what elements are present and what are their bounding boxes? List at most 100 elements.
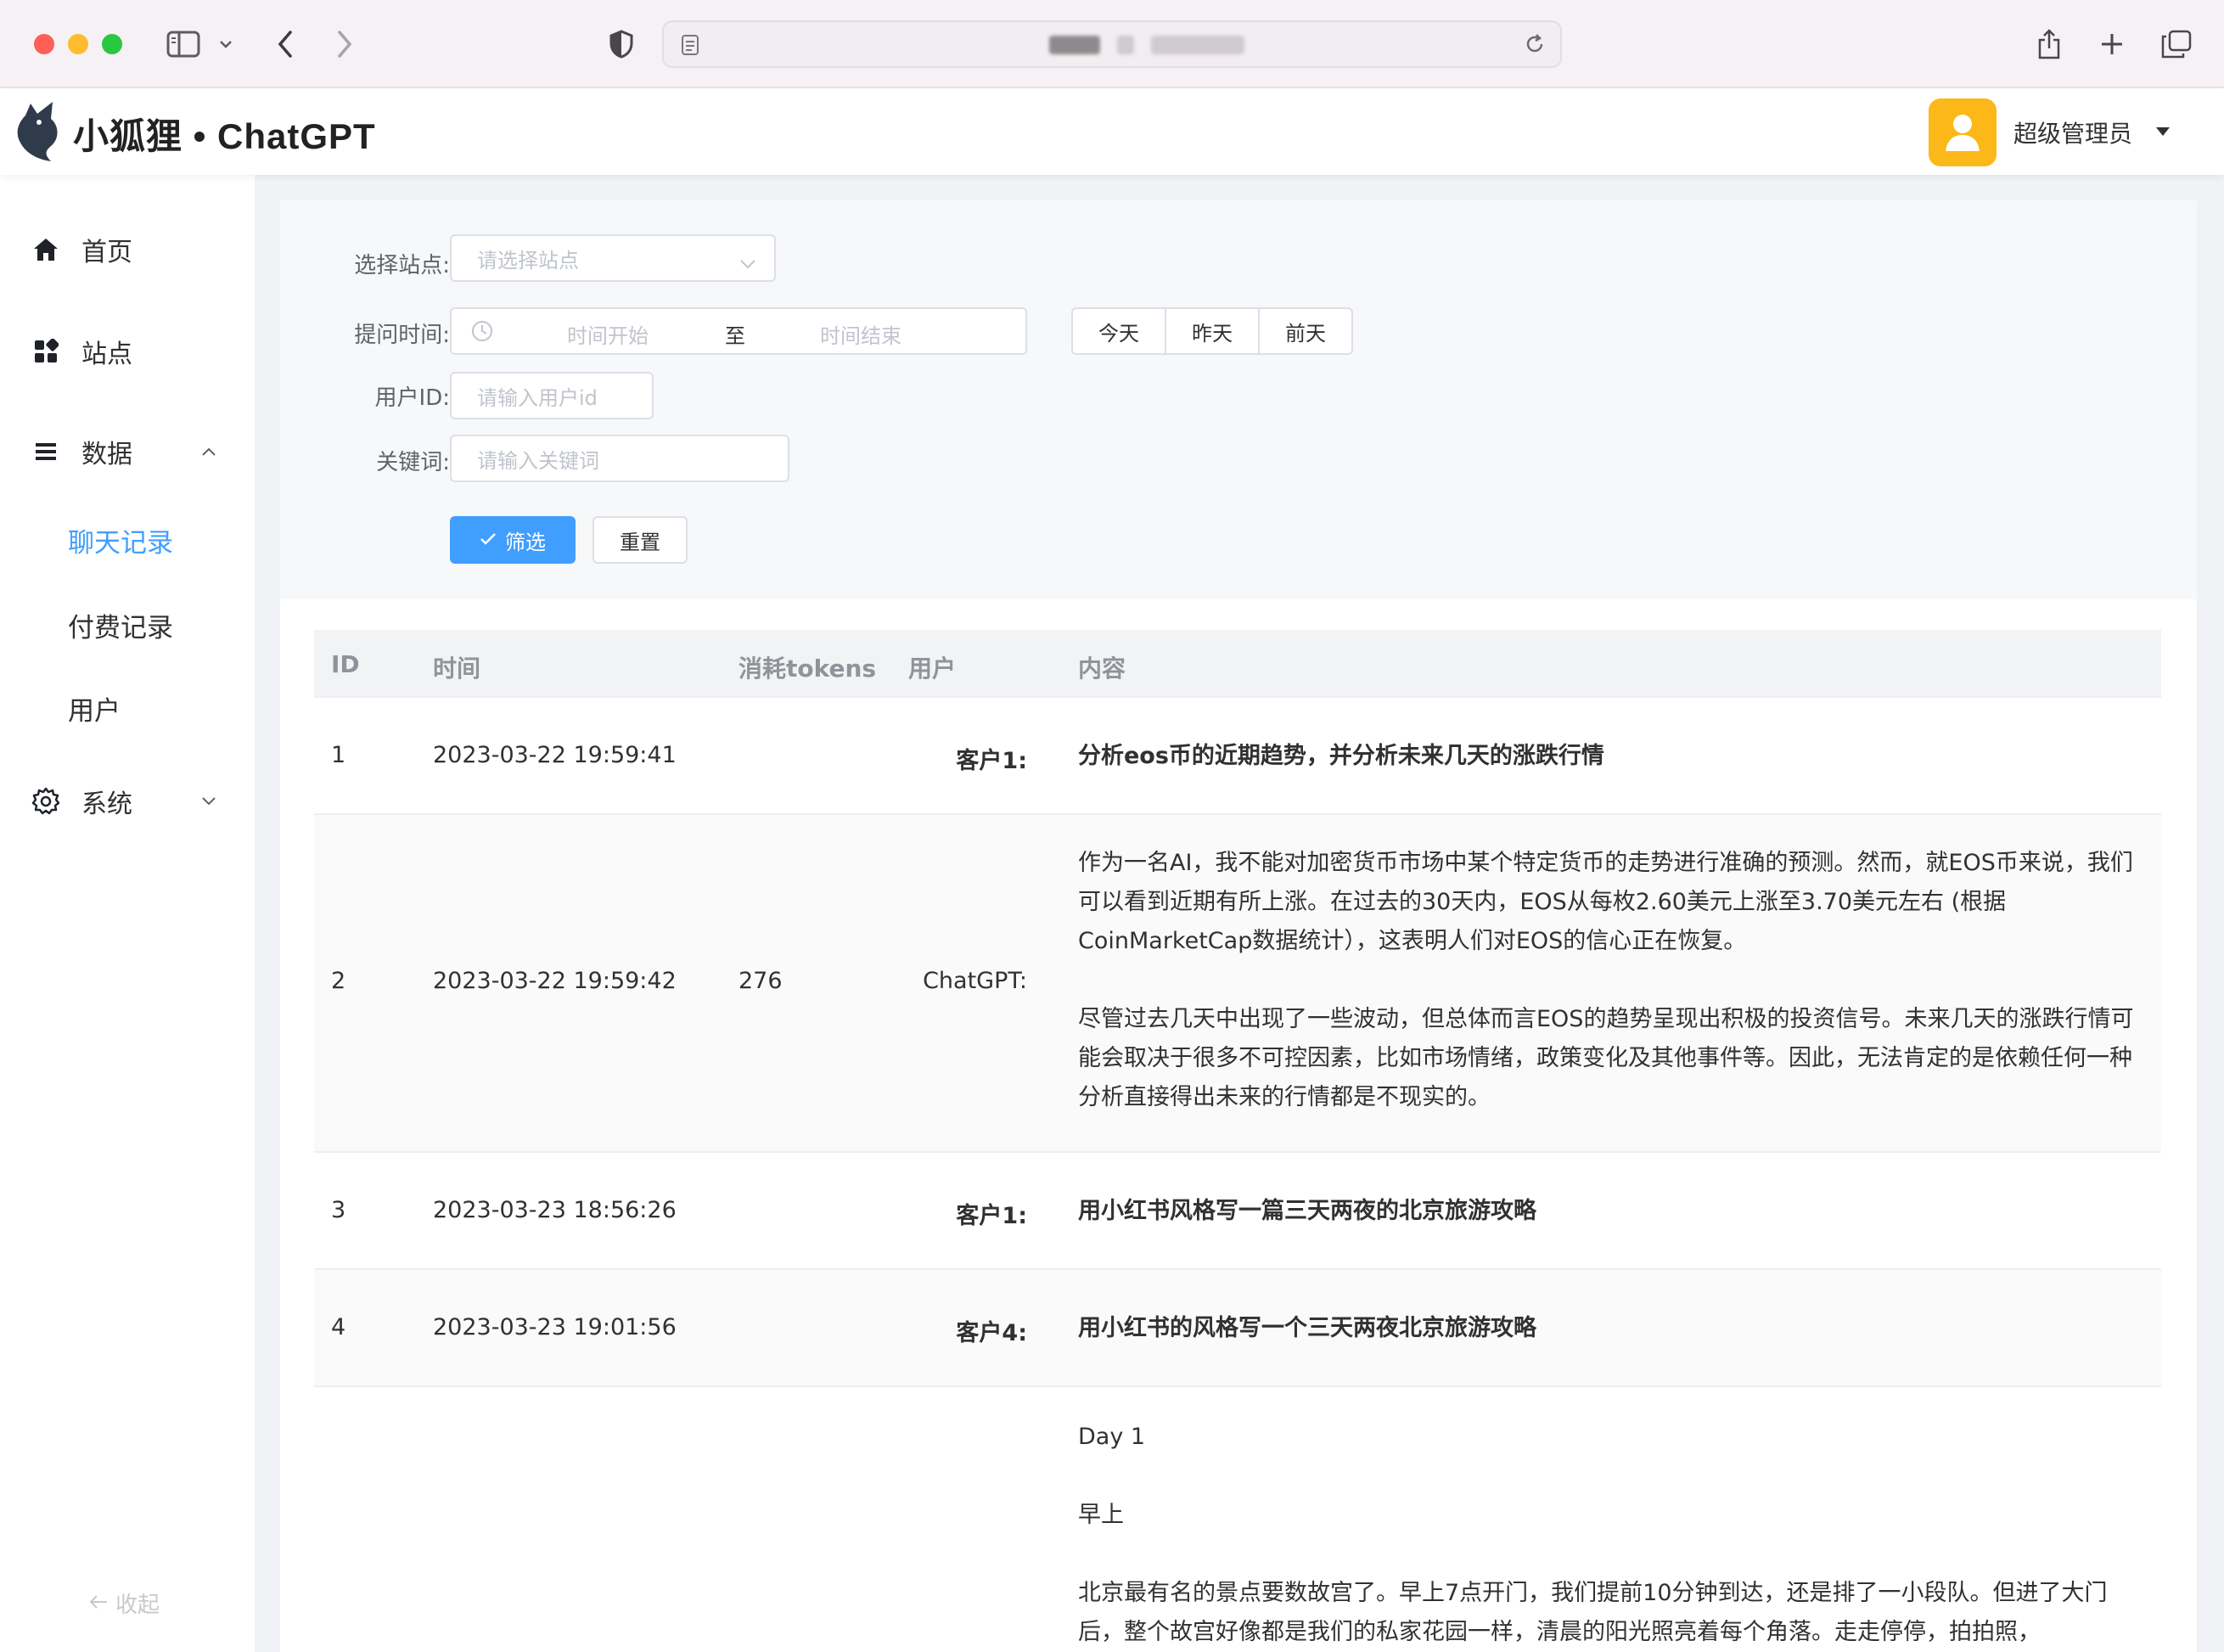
row-id: 1 [331, 742, 346, 768]
time-end-input[interactable]: 时间结束 [820, 319, 901, 349]
chat-records-table-card: ID 时间 消耗tokens 用户 内容 1 2023-03-22 19:59:… [280, 599, 2197, 1652]
chevron-down-icon [739, 251, 757, 275]
row-user: 客户1: [956, 748, 1027, 774]
table-row[interactable]: 3 2023-03-23 18:56:26 客户1: 用小红书风格写一篇三天两夜… [314, 1153, 2161, 1270]
column-header-content: 内容 [1078, 655, 1126, 683]
maximize-window-button[interactable] [102, 34, 122, 54]
filter-button-label: 筛选 [505, 531, 546, 554]
app-logo[interactable]: 小狐狸 • ChatGPT [14, 100, 376, 166]
reset-button[interactable]: 重置 [593, 516, 688, 564]
row-content: 用小红书的风格写一个三天两夜北京旅游攻略 [1078, 1309, 2139, 1348]
blurred-url [1049, 36, 1100, 54]
sidebar-subitem-label: 聊天记录 [68, 527, 173, 559]
close-window-button[interactable] [34, 34, 54, 54]
row-content: 作为一名AI，我不能对加密货币市场中某个特定货币的走势进行准确的预测。然而，就E… [1078, 844, 2139, 1117]
keyword-label: 关键词: [376, 450, 450, 475]
list-icon [31, 436, 61, 467]
user-name[interactable]: 超级管理员 [2013, 115, 2132, 149]
grid-icon [31, 336, 61, 367]
clock-icon [470, 319, 494, 348]
chevron-down-icon[interactable] [214, 24, 238, 65]
table-row[interactable]: 1 2023-03-22 19:59:41 客户1: 分析eos币的近期趋势，并… [314, 698, 2161, 815]
date-range-picker[interactable]: 时间开始 至 时间结束 [450, 307, 1027, 355]
content-paragraph: 用小红书的风格写一个三天两夜北京旅游攻略 [1078, 1315, 1536, 1341]
row-content: Day 1 早上 北京最有名的景点要数故宫了。早上7点开门，我们提前10分钟到达… [1078, 1418, 2139, 1652]
content-paragraph: 尽管过去几天中出现了一些波动，但总体而言EOS的趋势呈现出积极的投资信号。未来几… [1078, 1006, 2134, 1110]
site-select[interactable]: 请选择站点 [450, 234, 776, 282]
site-label: 选择站点: [354, 253, 450, 278]
sidebar-item-label: 数据 [81, 440, 132, 469]
content-paragraph: 早上 [1078, 1502, 1124, 1528]
app-header: 小狐狸 • ChatGPT 超级管理员 [0, 90, 2224, 175]
table-row[interactable]: Day 1 早上 北京最有名的景点要数故宫了。早上7点开门，我们提前10分钟到达… [314, 1387, 2161, 1652]
avatar[interactable] [1929, 98, 1997, 166]
back-icon[interactable] [268, 24, 302, 65]
quick-date-group: 今天 昨天 前天 [1071, 307, 1353, 355]
keyword-input[interactable]: 请输入关键词 [450, 435, 789, 482]
row-time: 2023-03-23 18:56:26 [433, 1197, 677, 1223]
minimize-window-button[interactable] [68, 34, 88, 54]
chat-records-table: ID 时间 消耗tokens 用户 内容 1 2023-03-22 19:59:… [314, 630, 2161, 1652]
gear-icon [31, 786, 61, 817]
address-bar[interactable] [662, 20, 1562, 68]
chevron-down-icon [200, 794, 217, 810]
table-header: ID 时间 消耗tokens 用户 内容 [314, 630, 2161, 698]
time-label: 提问时间: [354, 323, 450, 348]
range-separator: 至 [725, 324, 745, 348]
app-title: 小狐狸 • ChatGPT [73, 115, 376, 156]
sidebar-item-system[interactable]: 系统 [0, 767, 255, 835]
blurred-url [1151, 36, 1244, 54]
column-header-tokens: 消耗tokens [739, 655, 877, 683]
row-user: 客户4: [956, 1320, 1027, 1346]
row-content: 用小红书风格写一篇三天两夜的北京旅游攻略 [1078, 1192, 2139, 1231]
sidebar-item-label: 系统 [81, 789, 132, 819]
row-user: ChatGPT: [923, 968, 1027, 994]
row-user: 客户1: [956, 1203, 1027, 1229]
userid-input[interactable]: 请输入用户id [450, 372, 654, 419]
tabs-overview-icon[interactable] [2158, 24, 2195, 65]
collapse-sidebar-button[interactable]: 收起 [88, 1587, 160, 1619]
reload-icon[interactable] [1523, 32, 1547, 59]
yesterday-button[interactable]: 昨天 [1165, 307, 1260, 355]
content-paragraph: 作为一名AI，我不能对加密货币市场中某个特定货币的走势进行准确的预测。然而，就E… [1078, 850, 2133, 954]
chevron-up-icon [200, 444, 217, 460]
row-id: 4 [331, 1314, 346, 1340]
filter-form: 选择站点: 请选择站点 提问时间: 时间开始 至 时间结束 今天 昨天 前天 用… [280, 200, 2197, 599]
main-content: 选择站点: 请选择站点 提问时间: 时间开始 至 时间结束 今天 昨天 前天 用… [255, 175, 2224, 1652]
fox-logo-icon [14, 100, 61, 166]
caret-down-icon[interactable] [2156, 127, 2170, 136]
sidebar-item-data[interactable]: 数据 [0, 418, 255, 486]
sidebar-subitem-payment-records[interactable]: 付费记录 [0, 591, 255, 659]
sidebar-item-home[interactable]: 首页 [0, 216, 255, 284]
filter-button[interactable]: 筛选 [450, 516, 576, 564]
userid-label: 用户ID: [374, 385, 450, 411]
sidebar-toggle-icon[interactable] [163, 24, 204, 65]
sidebar-item-sites[interactable]: 站点 [0, 317, 255, 385]
forward-icon[interactable] [328, 24, 362, 65]
sidebar: 首页 站点 数据 聊天记录 付费记录 用户 系统 收起 [0, 175, 255, 1652]
day-before-yesterday-button[interactable]: 前天 [1258, 307, 1353, 355]
table-row[interactable]: 2 2023-03-22 19:59:42 276 ChatGPT: 作为一名A… [314, 815, 2161, 1153]
sidebar-item-label: 站点 [81, 340, 132, 369]
sidebar-item-label: 首页 [81, 238, 132, 267]
sidebar-subitem-users[interactable]: 用户 [0, 674, 255, 742]
content-paragraph: 分析eos币的近期趋势，并分析未来几天的涨跌行情 [1078, 743, 1604, 769]
collapse-label: 收起 [115, 1593, 160, 1618]
userid-placeholder: 请输入用户id [477, 385, 598, 410]
home-icon [31, 234, 61, 265]
column-header-time: 时间 [433, 655, 481, 683]
share-icon[interactable] [2032, 24, 2066, 65]
time-start-input[interactable]: 时间开始 [567, 319, 649, 349]
shield-icon[interactable] [604, 24, 638, 65]
new-tab-icon[interactable] [2095, 24, 2129, 65]
keyword-placeholder: 请输入关键词 [477, 448, 599, 473]
table-row[interactable]: 4 2023-03-23 19:01:56 客户4: 用小红书的风格写一个三天两… [314, 1270, 2161, 1387]
row-content: 分析eos币的近期趋势，并分析未来几天的涨跌行情 [1078, 737, 2139, 776]
column-header-id: ID [331, 650, 360, 678]
sidebar-subitem-label: 付费记录 [68, 612, 173, 643]
sidebar-subitem-chat-records[interactable]: 聊天记录 [0, 506, 255, 574]
row-tokens: 276 [739, 968, 783, 994]
today-button[interactable]: 今天 [1071, 307, 1166, 355]
sidebar-subitem-label: 用户 [68, 695, 121, 727]
check-icon [480, 528, 497, 552]
